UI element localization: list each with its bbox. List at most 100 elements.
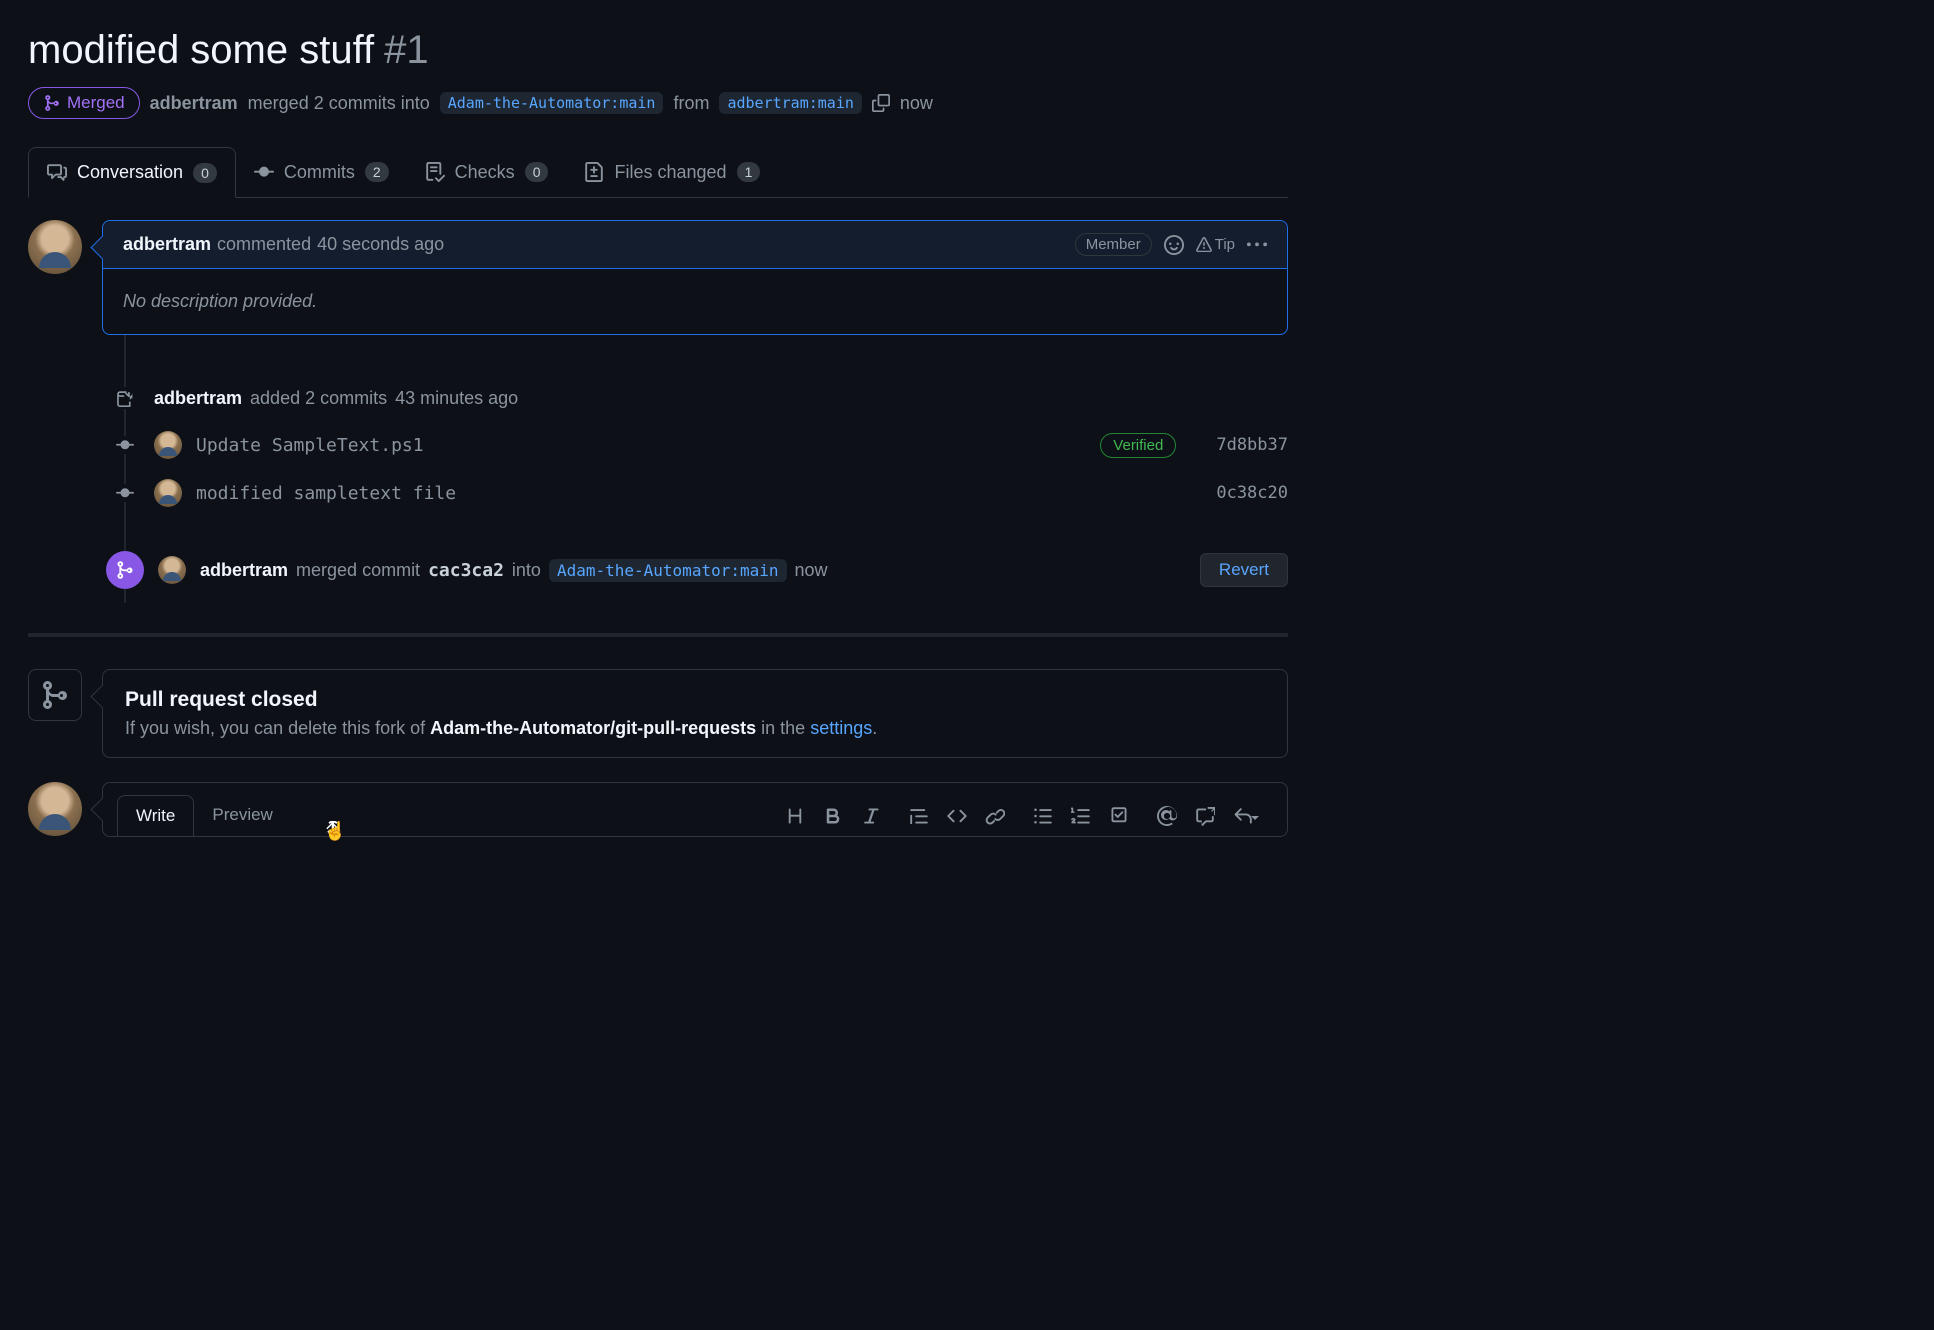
heading-icon[interactable] [785,806,805,826]
markdown-toolbar [785,806,1273,826]
avatar[interactable] [154,479,182,507]
pr-meta-text: merged 2 commits into [248,93,430,114]
comment-item: adbertram commented 40 seconds ago Membe… [28,220,1288,335]
merge-sha-link[interactable]: cac3ca2 [428,560,504,581]
italic-icon[interactable] [861,806,881,826]
git-commit-icon [114,484,136,502]
pr-meta-row: Merged adbertram merged 2 commits into A… [28,87,1288,119]
checklist-icon [425,162,445,182]
tab-conversation[interactable]: Conversation 0 [28,147,236,198]
commit-message-link[interactable]: Update SampleText.ps1 [196,435,424,456]
pr-meta-text: from [673,93,709,114]
commit-row: modified sampletext file 0c38c20 [114,469,1288,517]
revert-button[interactable]: Revert [1200,553,1288,587]
tab-label: Checks [455,162,515,183]
smiley-icon[interactable] [1164,235,1184,255]
commit-sha-link[interactable]: 0c38c20 [1216,483,1288,503]
pr-number: #1 [384,28,429,73]
reply-icon[interactable] [1233,806,1259,826]
tasklist-icon[interactable] [1109,806,1129,826]
settings-link[interactable]: settings [810,718,872,738]
merge-event: adbertram merged commit cac3ca2 into Ada… [106,547,1288,593]
comment-author-link[interactable]: adbertram [123,234,211,255]
code-icon[interactable] [947,806,967,826]
mouse-cursor: ☝ [324,821,342,843]
event-text: added 2 commits [250,388,387,409]
head-branch-label[interactable]: adbertram:main [719,92,861,114]
event-user-link[interactable]: adbertram [200,560,288,581]
push-event: adbertram added 2 commits 43 minutes ago [114,375,1288,421]
pr-title-text: modified some stuff [28,28,374,73]
event-user-link[interactable]: adbertram [154,388,242,409]
merged-status-badge: Merged [28,87,140,119]
file-diff-icon [584,162,604,182]
git-commit-icon [114,436,136,454]
tab-checks[interactable]: Checks 0 [407,147,567,197]
verified-badge[interactable]: Verified [1100,433,1176,458]
member-badge: Member [1075,233,1152,256]
pr-title: modified some stuff #1 [28,28,1288,73]
list-ordered-icon[interactable] [1071,806,1091,826]
tip-button[interactable]: Tip [1196,236,1235,253]
repo-push-icon [114,387,136,409]
repo-name: Adam-the-Automator/git-pull-requests [430,718,756,738]
tab-counter: 0 [193,163,217,183]
link-icon[interactable] [985,806,1005,826]
comment-time[interactable]: 40 seconds ago [317,234,444,255]
tab-label: Commits [284,162,355,183]
git-merge-icon [43,94,61,112]
pr-header: modified some stuff #1 Merged adbertram … [28,0,1288,119]
git-merge-icon [106,551,144,589]
comment-body: No description provided. [103,269,1287,334]
copy-icon[interactable] [872,94,890,112]
quote-icon[interactable] [909,806,929,826]
commit-sha-link[interactable]: 7d8bb37 [1216,435,1288,455]
comment-header: adbertram commented 40 seconds ago Membe… [103,221,1287,269]
tab-files-changed[interactable]: Files changed 1 [566,147,778,197]
write-tab[interactable]: Write [117,795,194,836]
tab-counter: 1 [737,162,761,182]
event-time[interactable]: now [795,560,828,581]
event-text: merged commit [296,560,420,581]
warning-icon [1196,237,1212,253]
discussion-timeline: adbertram commented 40 seconds ago Membe… [28,198,1288,837]
comment-form-box: Write Preview [102,782,1288,837]
closed-text: If you wish, you can delete this fork of… [125,718,1265,739]
cross-reference-icon[interactable] [1195,806,1215,826]
avatar[interactable] [158,556,186,584]
pr-author-link[interactable]: adbertram [150,93,238,114]
kebab-icon[interactable] [1247,235,1267,255]
commit-message-link[interactable]: modified sampletext file [196,483,456,504]
branch-label[interactable]: Adam-the-Automator:main [549,559,787,582]
tab-counter: 2 [365,162,389,182]
divider [28,633,1288,637]
tab-commits[interactable]: Commits 2 [236,147,407,197]
comment-action: commented [217,234,311,255]
pr-tabnav: Conversation 0 Commits 2 Checks 0 Files … [28,147,1288,198]
mention-icon[interactable] [1157,806,1177,826]
commit-row: Update SampleText.ps1 Verified 7d8bb37 [114,421,1288,469]
tip-label: Tip [1215,236,1235,253]
new-comment-form: Write Preview [28,782,1288,837]
avatar[interactable] [28,220,82,274]
avatar[interactable] [28,782,82,836]
bold-icon[interactable] [823,806,843,826]
event-time[interactable]: 43 minutes ago [395,388,518,409]
pr-merged-time: now [900,93,933,114]
tab-counter: 0 [525,162,549,182]
avatar[interactable] [154,431,182,459]
pr-closed-box: Pull request closed If you wish, you can… [28,669,1288,758]
base-branch-label[interactable]: Adam-the-Automator:main [440,92,664,114]
closed-title: Pull request closed [125,688,1265,712]
closed-content: Pull request closed If you wish, you can… [102,669,1288,758]
preview-tab[interactable]: Preview [194,795,290,836]
git-merge-icon [28,669,82,721]
event-text: into [512,560,541,581]
git-commit-icon [254,162,274,182]
merged-status-text: Merged [67,93,125,113]
list-unordered-icon[interactable] [1033,806,1053,826]
comment-discussion-icon [47,163,67,183]
tab-label: Conversation [77,162,183,183]
tab-label: Files changed [614,162,726,183]
comment-box: adbertram commented 40 seconds ago Membe… [102,220,1288,335]
